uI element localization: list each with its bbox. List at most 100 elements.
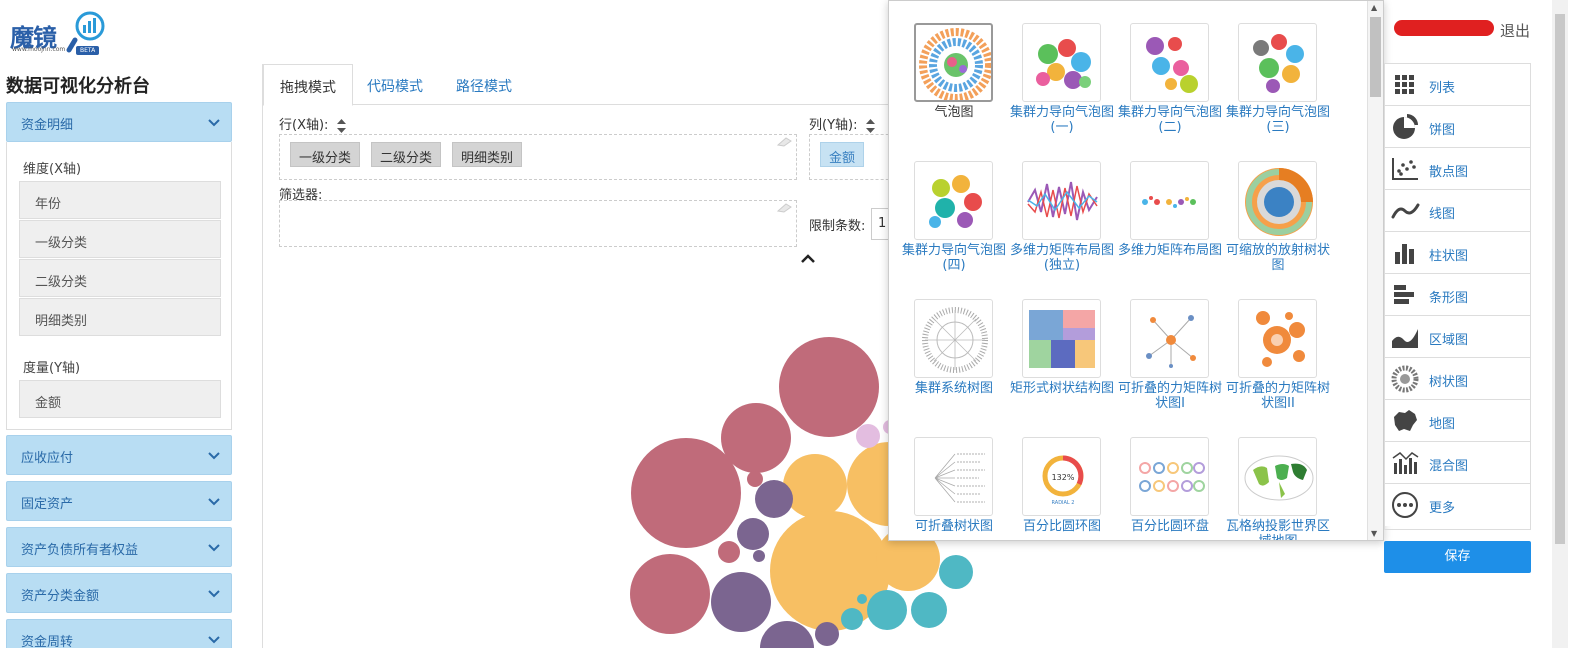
- logout-link[interactable]: 退出: [1500, 20, 1530, 41]
- chart-thumbnail: [914, 299, 993, 378]
- chart-type-label: 树状图: [1429, 375, 1469, 390]
- chart-type-label: 饼图: [1429, 123, 1456, 138]
- eraser-icon[interactable]: [776, 203, 792, 213]
- section-label: 固定资产: [21, 497, 74, 512]
- chart-thumbnail: [1022, 23, 1101, 102]
- beta-badge: BETA: [76, 46, 100, 55]
- chart-option-label: 可折叠的力矩阵树状图I: [1117, 381, 1222, 411]
- page-scrollbar[interactable]: [1552, 0, 1568, 648]
- popup-scrollbar[interactable]: ▲ ▼: [1367, 1, 1383, 540]
- bubble: [711, 572, 771, 632]
- bubble: [755, 480, 793, 518]
- section-label: 资产分类金额: [21, 589, 100, 604]
- col-drop-zone[interactable]: 金额: [809, 134, 899, 180]
- section-balance[interactable]: 资产负债所有者权益: [6, 527, 232, 567]
- section-turnover[interactable]: 资金周转: [6, 619, 232, 648]
- bubble: [747, 471, 763, 487]
- chart-type-pie[interactable]: 饼图: [1385, 106, 1530, 148]
- chart-thumbnail: [1238, 161, 1317, 240]
- chart-option-label: 可折叠的力矩阵树状图II: [1225, 381, 1330, 411]
- chart-thumbnail: [1022, 161, 1101, 240]
- dimension-field[interactable]: 二级分类: [19, 259, 221, 297]
- cluster-bubble-thumb-icon: [1036, 39, 1091, 89]
- section-label: 资产负债所有者权益: [21, 543, 139, 558]
- chart-thumbnail: [1130, 161, 1209, 240]
- col-pill[interactable]: 金额: [820, 142, 865, 167]
- tab-drag[interactable]: 拖拽模式: [263, 64, 353, 106]
- bubble: [867, 590, 907, 630]
- collapse-up-icon[interactable]: [801, 254, 815, 264]
- scroll-up-icon[interactable]: ▲: [1371, 3, 1377, 12]
- chart-thumbnail: [1022, 299, 1101, 378]
- tab-code[interactable]: 代码模式: [351, 64, 439, 105]
- sort-icon[interactable]: [336, 118, 346, 133]
- section-receivables[interactable]: 应收应付: [6, 435, 232, 475]
- scroll-thumb[interactable]: [1370, 17, 1381, 97]
- chart-type-hbar[interactable]: 条形图: [1385, 274, 1530, 316]
- chart-option-label: 集群力导向气泡图(一): [1009, 105, 1114, 135]
- percent-ring-caption: RADIAL 2: [1052, 500, 1075, 506]
- hbar-icon: [1394, 285, 1414, 304]
- user-name-redacted: [1394, 20, 1494, 36]
- row-pill[interactable]: 一级分类: [290, 142, 361, 167]
- chart-thumbnail: [914, 161, 993, 240]
- chart-type-more[interactable]: 更多: [1385, 484, 1530, 526]
- row-axis-label: 行(X轴):: [279, 114, 346, 133]
- row-drop-zone[interactable]: 一级分类 二级分类 明细类别: [279, 134, 797, 180]
- chart-type-table[interactable]: 列表: [1385, 64, 1530, 106]
- tab-path[interactable]: 路径模式: [440, 64, 528, 105]
- bubble: [630, 554, 710, 634]
- chart-type-list: 列表 饼图 散点图 线图 柱状图 条形图 区域图 树状图 地图 混合图 更多: [1384, 63, 1531, 530]
- chart-option-label: 集群系统树图: [914, 381, 993, 396]
- eraser-icon[interactable]: [776, 137, 792, 147]
- bubble: [783, 454, 847, 518]
- chart-option-label: 可缩放的放射树状图: [1225, 243, 1330, 273]
- chart-type-tree[interactable]: 树状图: [1385, 358, 1530, 400]
- chart-type-label: 散点图: [1429, 165, 1469, 180]
- matrix-thumb-icon: [1027, 181, 1098, 221]
- chart-type-label: 线图: [1429, 207, 1456, 222]
- measure-field[interactable]: 金额: [19, 380, 221, 418]
- save-button[interactable]: 保存: [1384, 541, 1531, 573]
- dimension-field[interactable]: 一级分类: [19, 220, 221, 258]
- scatter-icon: [1392, 158, 1418, 180]
- chart-option-label: 百分比圆环图: [1022, 519, 1101, 534]
- bubble: [779, 337, 879, 437]
- sort-icon[interactable]: [865, 118, 875, 133]
- logo-url: www.moojnn.com: [12, 46, 66, 53]
- row-pill[interactable]: 二级分类: [371, 142, 442, 167]
- chart-type-map[interactable]: 地图: [1385, 400, 1530, 442]
- page-scroll-thumb[interactable]: [1555, 14, 1565, 544]
- combo-icon: [1392, 452, 1419, 474]
- logo[interactable]: 魔镜 www.moojnn.com BETA: [10, 8, 110, 56]
- bubble: [815, 622, 839, 646]
- area-icon: [1392, 329, 1418, 348]
- dimension-field[interactable]: 明细类别: [19, 298, 221, 336]
- chart-type-label: 更多: [1429, 501, 1456, 516]
- app-title: 数据可视化分析台: [6, 76, 150, 97]
- chart-type-combo[interactable]: 混合图: [1385, 442, 1530, 484]
- chevron-down-icon: [208, 544, 220, 552]
- section-fixed-assets[interactable]: 固定资产: [6, 481, 232, 521]
- chart-type-scatter[interactable]: 散点图: [1385, 148, 1530, 190]
- force-tree-thumb-icon: [1146, 315, 1196, 368]
- chart-type-area[interactable]: 区域图: [1385, 316, 1530, 358]
- section-asset-class[interactable]: 资产分类金额: [6, 573, 232, 613]
- chart-type-line[interactable]: 线图: [1385, 190, 1530, 232]
- section-fund-details[interactable]: 资金明细: [6, 102, 232, 142]
- row-pill[interactable]: 明细类别: [452, 142, 523, 167]
- chart-type-label: 柱状图: [1429, 249, 1469, 264]
- chart-type-bar[interactable]: 柱状图: [1385, 232, 1530, 274]
- chart-picker-popup: 气泡图 集群力导向气泡图(一) 集群力导向气泡图(二) 集群力导向气泡图(三) …: [888, 0, 1384, 541]
- chart-option-label: 气泡图: [934, 105, 974, 120]
- dimension-field[interactable]: 年份: [19, 181, 221, 219]
- filter-drop-zone[interactable]: [279, 200, 797, 247]
- treemap-thumb-icon: [1029, 310, 1095, 368]
- world-map-thumb-icon: [1244, 455, 1314, 501]
- bubble: [856, 424, 880, 448]
- chart-option-label: 多维力矩阵布局图(独立): [1009, 243, 1114, 273]
- chart-type-label: 列表: [1429, 81, 1456, 96]
- bar-icon: [1395, 244, 1414, 264]
- chart-thumbnail: [1130, 299, 1209, 378]
- scroll-down-icon[interactable]: ▼: [1371, 529, 1377, 538]
